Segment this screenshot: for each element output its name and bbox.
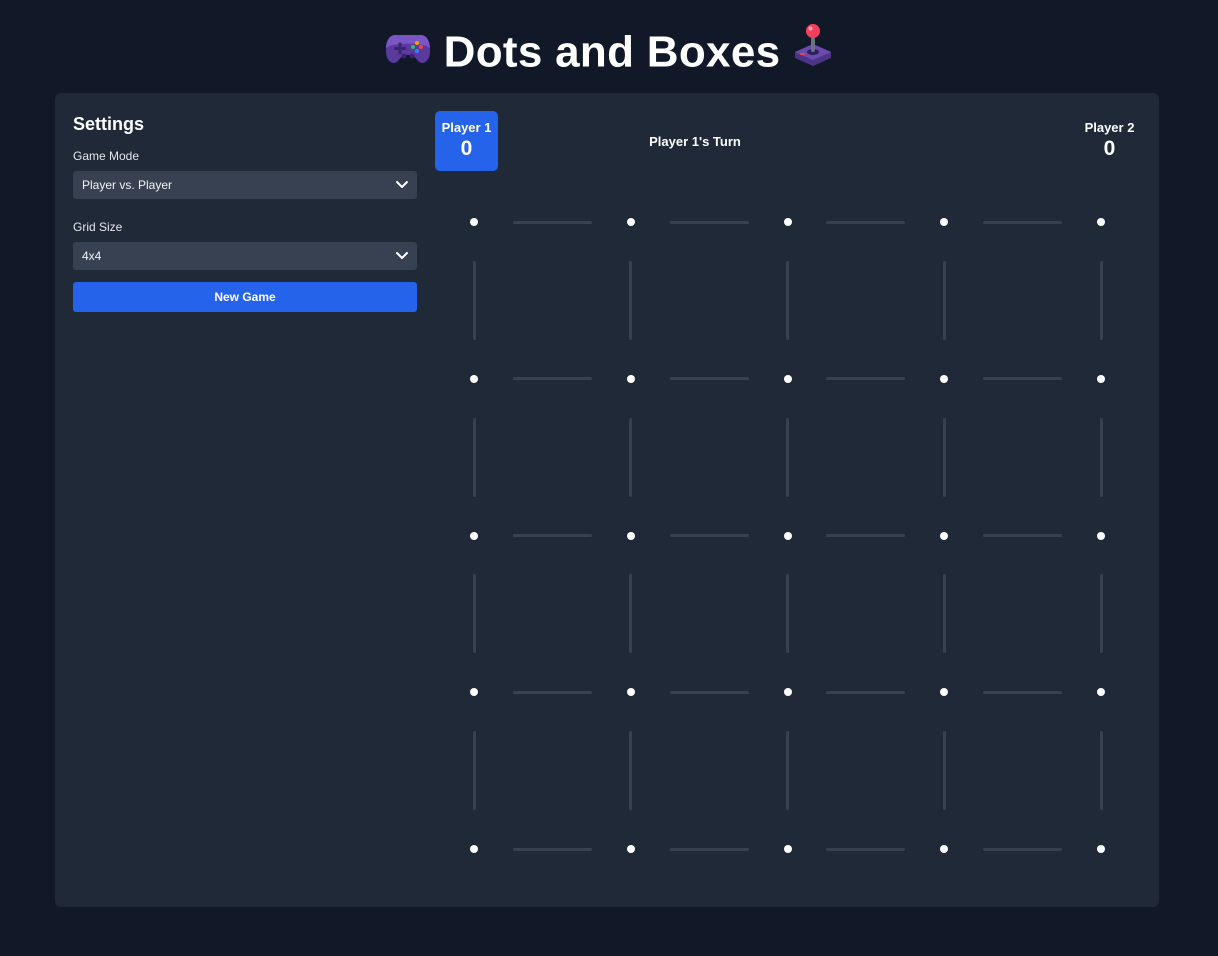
horizontal-line-slot[interactable] xyxy=(669,377,749,381)
vertical-line-slot[interactable] xyxy=(629,574,633,654)
game-mode-label: Game Mode xyxy=(73,149,140,163)
horizontal-line-slot[interactable] xyxy=(512,847,592,851)
player2-score-card: Player 2 0 xyxy=(1078,111,1141,171)
vertical-line-slot[interactable] xyxy=(942,417,946,497)
dot xyxy=(470,531,478,540)
joystick-icon xyxy=(793,22,833,82)
vertical-line-slot[interactable] xyxy=(1099,574,1103,654)
vertical-line-slot[interactable] xyxy=(942,574,946,654)
player2-score: 0 xyxy=(1103,137,1116,160)
dot xyxy=(626,531,635,540)
vertical-line-slot[interactable] xyxy=(472,260,476,340)
dot xyxy=(940,688,949,697)
dot xyxy=(940,845,949,853)
dot xyxy=(1097,531,1105,540)
horizontal-line-slot[interactable] xyxy=(669,220,749,224)
vertical-line-slot[interactable] xyxy=(786,417,789,497)
vertical-line-slot[interactable] xyxy=(629,260,633,340)
horizontal-line-slot[interactable] xyxy=(669,847,749,851)
horizontal-line-slot[interactable] xyxy=(983,377,1063,381)
horizontal-line-slot[interactable] xyxy=(826,377,906,381)
page-title: Dots and Boxes xyxy=(0,22,1218,82)
horizontal-line-slot[interactable] xyxy=(669,690,749,694)
dot xyxy=(626,845,635,853)
dot xyxy=(470,374,478,383)
dot xyxy=(940,218,949,226)
vertical-line-slot[interactable] xyxy=(1099,260,1103,340)
dot xyxy=(626,374,635,383)
horizontal-line-slot[interactable] xyxy=(983,690,1063,694)
player1-score-card: Player 1 0 xyxy=(435,111,498,171)
grid-size-value: 4x4 xyxy=(82,249,102,263)
settings-title: Settings xyxy=(73,114,145,134)
horizontal-line-slot[interactable] xyxy=(512,220,592,224)
dot xyxy=(1097,374,1105,383)
game-mode-value: Player vs. Player xyxy=(82,178,173,192)
dot xyxy=(470,688,478,697)
vertical-line-slot[interactable] xyxy=(786,731,789,811)
dot xyxy=(783,688,792,697)
horizontal-line-slot[interactable] xyxy=(826,534,906,537)
dot xyxy=(783,845,792,853)
turn-indicator: Player 1's Turn xyxy=(649,134,741,149)
horizontal-line-slot[interactable] xyxy=(826,847,906,851)
vertical-line-slot[interactable] xyxy=(629,417,633,497)
game-mode-select[interactable]: Player vs. Player xyxy=(73,171,417,199)
title-text: Dots and Boxes xyxy=(443,27,781,77)
game-card: Settings Game Mode Player vs. Player Gri… xyxy=(55,93,1159,907)
grid-size-label: Grid Size xyxy=(73,220,123,234)
vertical-line-slot[interactable] xyxy=(472,417,476,497)
chevron-down-icon xyxy=(396,252,408,259)
vertical-line-slot[interactable] xyxy=(472,731,476,811)
dot xyxy=(940,531,949,540)
dot xyxy=(783,531,792,540)
dot xyxy=(1097,845,1105,853)
grid-size-select[interactable]: 4x4 xyxy=(73,242,417,270)
dot xyxy=(470,845,478,853)
gamepad-icon xyxy=(385,24,431,80)
horizontal-line-slot[interactable] xyxy=(826,220,906,224)
dot xyxy=(940,374,949,383)
vertical-line-slot[interactable] xyxy=(786,574,789,654)
vertical-line-slot[interactable] xyxy=(942,731,946,811)
horizontal-line-slot[interactable] xyxy=(512,690,592,694)
horizontal-line-slot[interactable] xyxy=(669,534,749,537)
chevron-down-icon xyxy=(396,181,408,188)
horizontal-line-slot[interactable] xyxy=(512,534,592,537)
settings-panel: Settings Game Mode Player vs. Player Gri… xyxy=(73,113,417,312)
vertical-line-slot[interactable] xyxy=(472,574,476,654)
horizontal-line-slot[interactable] xyxy=(983,847,1063,851)
new-game-button[interactable]: New Game xyxy=(73,282,417,312)
dot xyxy=(1097,218,1105,226)
dot xyxy=(783,374,792,383)
vertical-line-slot[interactable] xyxy=(629,731,633,811)
player1-name: Player 1 xyxy=(441,120,492,135)
vertical-line-slot[interactable] xyxy=(786,260,789,340)
vertical-line-slot[interactable] xyxy=(942,260,946,340)
horizontal-line-slot[interactable] xyxy=(512,377,592,381)
dot xyxy=(470,218,478,226)
horizontal-line-slot[interactable] xyxy=(826,690,906,694)
dot xyxy=(626,688,635,697)
horizontal-line-slot[interactable] xyxy=(983,534,1063,537)
player2-name: Player 2 xyxy=(1084,120,1135,135)
horizontal-line-slot[interactable] xyxy=(983,220,1063,224)
player1-score: 0 xyxy=(460,137,473,160)
dot xyxy=(626,218,635,226)
dot xyxy=(1097,688,1105,697)
dot xyxy=(783,218,792,226)
vertical-line-slot[interactable] xyxy=(1099,731,1103,811)
vertical-line-slot[interactable] xyxy=(1099,417,1103,497)
